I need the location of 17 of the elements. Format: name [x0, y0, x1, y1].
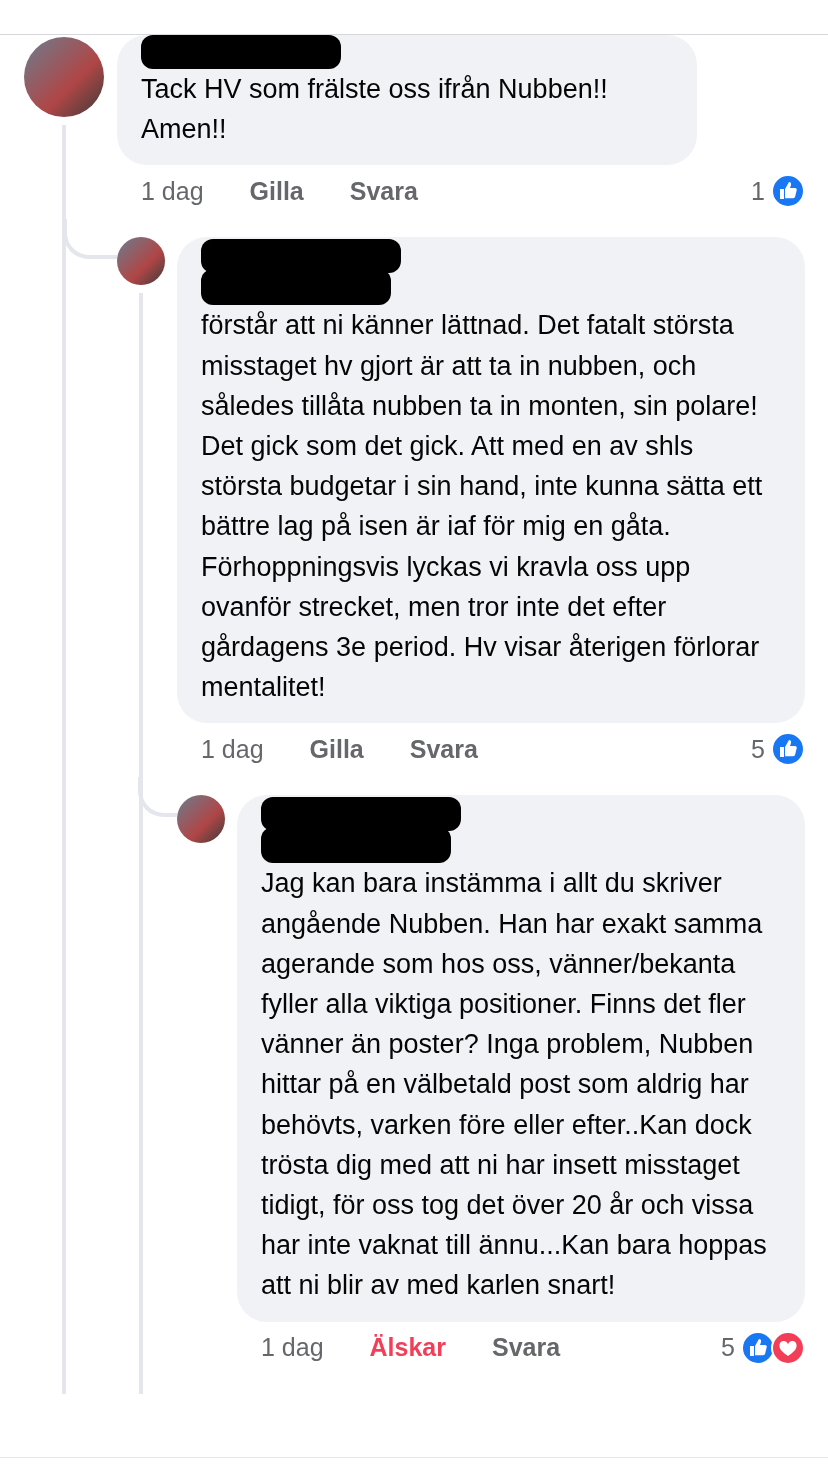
avatar[interactable] — [117, 237, 165, 286]
comment-text: Tack HV som frälste oss ifrån Nubben!! Amen!! — [141, 74, 608, 145]
timestamp: 1 dag — [201, 733, 264, 765]
timestamp: 1 dag — [141, 175, 204, 207]
react-link[interactable]: Gilla — [309, 730, 364, 769]
reply-link[interactable]: Svara — [492, 1328, 561, 1367]
comment-text: Jag kan bara instämma i allt du skriver angående Nubben. Han har exakt samma agerande som hos oss, vänner/bekanta fyller alla viktiga positioner. Finns det fler vänner än poster? Inga problem, Nubben hittar på en välbetald post som aldrig har behövts, varken före eller efter..Kan dock trösta dig med att ni har insett misstaget tidigt, för oss tog det över 20 år och vissa har inte vaknat till ännu...Kan bara hoppas att ni blir av med karlen snart! — [261, 868, 767, 1301]
react-link[interactable]: Älskar — [369, 1328, 446, 1367]
avatar[interactable] — [177, 795, 225, 844]
reaction-count: 5 — [751, 733, 765, 765]
reaction-count: 1 — [751, 175, 765, 207]
react-link[interactable]: Gilla — [249, 172, 304, 211]
reply-link[interactable]: Svara — [349, 172, 418, 211]
reply-link[interactable]: Svara — [409, 730, 478, 769]
comment-text: förstår att ni känner lättnad. Det fatalt största misstaget hv gjort är att ta in nubben, och således tillåta nubben ta in monten, sin polare! Det gick som det gick. Att med en av shls största budgetar i sin hand, inte kunna sätta ett bättre lag på isen är iaf för mig en gåta. Förhoppningsvis lyckas vi kravla oss upp ovanför strecket, men tror inte det efter gårdagens 3e period. Hv visar återigen förlorar mentalitet! — [201, 310, 763, 703]
reaction-count: 5 — [721, 1331, 735, 1363]
timestamp: 1 dag — [261, 1331, 324, 1363]
